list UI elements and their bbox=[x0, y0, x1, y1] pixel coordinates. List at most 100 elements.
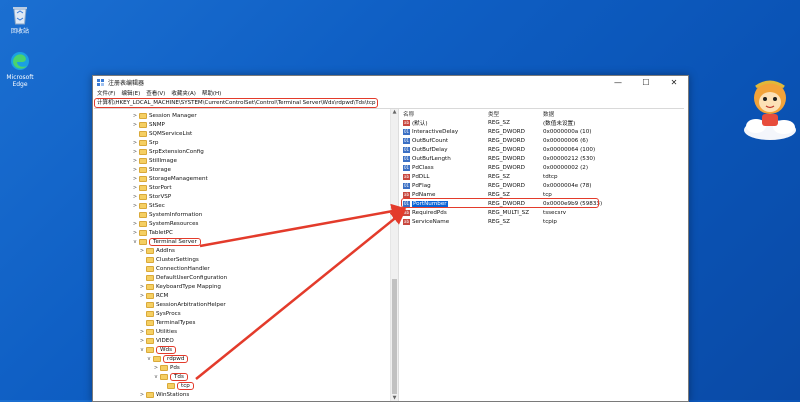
scroll-down-icon[interactable]: ▼ bbox=[391, 395, 398, 401]
expand-chevron-icon[interactable]: > bbox=[139, 392, 145, 398]
expand-chevron-icon[interactable]: > bbox=[139, 248, 145, 254]
maximize-button[interactable]: ☐ bbox=[632, 76, 660, 89]
value-row[interactable]: ab (默认) REG_SZ (数值未设置) bbox=[399, 118, 688, 127]
folder-icon bbox=[139, 139, 147, 146]
expand-chevron-icon[interactable]: > bbox=[139, 284, 145, 290]
expand-chevron-icon[interactable]: > bbox=[132, 221, 138, 227]
tree-node[interactable]: > Session Manager bbox=[132, 111, 197, 120]
address-path[interactable]: 计算机\HKEY_LOCAL_MACHINE\SYSTEM\CurrentCon… bbox=[94, 98, 379, 108]
menu-file[interactable]: 文件(F) bbox=[97, 89, 115, 97]
values-pane: 名称 类型 数据 ab (默认) REG_SZ (数值未设置) 01 Interactiv… bbox=[399, 109, 688, 401]
scroll-up-icon[interactable]: ▲ bbox=[391, 109, 398, 115]
tree-node[interactable]: SystemInformation bbox=[132, 210, 202, 219]
tree-node[interactable]: > SrpExtensionConfig bbox=[132, 147, 204, 156]
tree-node[interactable]: > Pds bbox=[153, 363, 180, 372]
tree-node[interactable]: tcp bbox=[160, 381, 194, 390]
tree-node[interactable]: SessionArbitrationHelper bbox=[139, 300, 226, 309]
tree-node[interactable]: > SystemResources bbox=[132, 219, 198, 228]
folder-icon bbox=[139, 202, 147, 209]
tree-node[interactable]: SQMServiceList bbox=[132, 129, 192, 138]
tree-node[interactable]: > TabletPC bbox=[132, 228, 173, 237]
tree-node[interactable]: SysProcs bbox=[139, 309, 181, 318]
address-bar[interactable]: 计算机\HKEY_LOCAL_MACHINE\SYSTEM\CurrentCon… bbox=[94, 98, 684, 109]
expand-chevron-icon[interactable]: > bbox=[132, 158, 138, 164]
col-type-header[interactable]: 类型 bbox=[488, 110, 543, 118]
tree-node-label: Storage bbox=[149, 166, 171, 173]
tree-node[interactable]: v Tds bbox=[153, 372, 188, 381]
value-row[interactable]: 01 OutBufDelay REG_DWORD 0x00000064 (100) bbox=[399, 145, 688, 154]
tree-node[interactable]: > StorPort bbox=[132, 183, 172, 192]
tree-node[interactable]: > RCM bbox=[139, 291, 168, 300]
value-name-cell: ab RequiredPds bbox=[399, 209, 488, 216]
tree-node[interactable]: > StSec bbox=[132, 201, 165, 210]
tree-node[interactable]: > Srp bbox=[132, 138, 158, 147]
expand-chevron-icon[interactable]: > bbox=[132, 230, 138, 236]
folder-icon bbox=[146, 328, 154, 335]
expand-chevron-icon[interactable]: > bbox=[132, 149, 138, 155]
tree-node[interactable]: > VIDEO bbox=[139, 336, 174, 345]
tree-scrollbar[interactable]: ▲ ▼ bbox=[390, 109, 398, 401]
folder-icon bbox=[139, 400, 147, 401]
expand-chevron-icon[interactable]: v bbox=[153, 374, 159, 380]
tree-node[interactable]: TerminalTypes bbox=[139, 318, 195, 327]
recycle-bin-desktop-icon[interactable]: 回收站 bbox=[0, 4, 40, 35]
tree-node[interactable]: > Storage bbox=[132, 165, 171, 174]
tree-node-label: KeyboardType Mapping bbox=[156, 283, 221, 290]
menu-view[interactable]: 查看(V) bbox=[146, 89, 165, 97]
minimize-button[interactable]: — bbox=[604, 76, 632, 89]
expand-chevron-icon[interactable]: > bbox=[139, 338, 145, 344]
tree-node[interactable]: v rdpwd bbox=[146, 354, 189, 363]
menu-favorites[interactable]: 收藏夹(A) bbox=[171, 89, 196, 97]
value-data: tdtcp bbox=[543, 173, 558, 180]
scroll-thumb[interactable] bbox=[392, 279, 397, 394]
col-data-header[interactable]: 数据 bbox=[543, 110, 633, 118]
expand-chevron-icon[interactable]: > bbox=[139, 329, 145, 335]
expand-chevron-icon[interactable]: > bbox=[132, 176, 138, 182]
value-row[interactable]: ab PdDLL REG_SZ tdtcp bbox=[399, 172, 688, 181]
tree-node[interactable]: > TimeZoneInformation bbox=[132, 399, 209, 401]
expand-chevron-icon[interactable]: > bbox=[132, 113, 138, 119]
value-name: (默认) bbox=[412, 120, 428, 127]
menu-help[interactable]: 帮助(H) bbox=[202, 89, 221, 97]
expand-chevron-icon[interactable]: > bbox=[139, 293, 145, 299]
close-button[interactable]: ✕ bbox=[660, 76, 688, 89]
tree-node[interactable]: DefaultUserConfiguration bbox=[139, 273, 227, 282]
tree-node[interactable]: ConnectionHandler bbox=[139, 264, 210, 273]
expand-chevron-icon[interactable]: > bbox=[132, 185, 138, 191]
expand-chevron-icon[interactable]: v bbox=[139, 347, 145, 353]
expand-chevron-icon[interactable]: v bbox=[132, 239, 138, 245]
tree-node[interactable]: > SNMP bbox=[132, 120, 165, 129]
value-row[interactable]: ab ServiceName REG_SZ tcpip bbox=[399, 217, 688, 226]
value-name-cell: ab PdDLL bbox=[399, 173, 488, 180]
expand-chevron-icon[interactable]: > bbox=[132, 194, 138, 200]
tree-node[interactable]: v Terminal Server bbox=[132, 237, 201, 246]
tree-node[interactable]: v Wds bbox=[139, 345, 176, 354]
value-row[interactable]: ab RequiredPds REG_MULTI_SZ tssecsrv bbox=[399, 208, 688, 217]
value-row[interactable]: 01 PortNumber REG_DWORD 0x0000e9b9 (59833) bbox=[399, 198, 688, 208]
menu-edit[interactable]: 编辑(E) bbox=[121, 89, 140, 97]
tree-node[interactable]: > StorageManagement bbox=[132, 174, 208, 183]
expand-chevron-icon[interactable]: > bbox=[132, 122, 138, 128]
tree-node[interactable]: > StorVSP bbox=[132, 192, 171, 201]
tree-node[interactable]: > KeyboardType Mapping bbox=[139, 282, 221, 291]
expand-chevron-icon[interactable]: > bbox=[132, 401, 138, 402]
col-name-header[interactable]: 名称 bbox=[399, 110, 488, 118]
expand-chevron-icon[interactable]: > bbox=[132, 203, 138, 209]
tree-node[interactable]: > Utilities bbox=[139, 327, 177, 336]
value-row[interactable]: 01 PdFlag REG_DWORD 0x0000004e (78) bbox=[399, 181, 688, 190]
edge-desktop-icon[interactable]: Microsoft Edge bbox=[0, 50, 40, 88]
expand-chevron-icon[interactable]: v bbox=[146, 356, 152, 362]
expand-chevron-icon[interactable]: > bbox=[132, 140, 138, 146]
tree-node[interactable]: > StillImage bbox=[132, 156, 177, 165]
expand-chevron-icon[interactable]: > bbox=[153, 365, 159, 371]
folder-icon bbox=[139, 184, 147, 191]
value-row[interactable]: 01 PdClass REG_DWORD 0x00000002 (2) bbox=[399, 163, 688, 172]
tree-node[interactable]: > AddIns bbox=[139, 246, 175, 255]
tree-node[interactable]: ClusterSettings bbox=[139, 255, 199, 264]
value-row[interactable]: 01 OutBufLength REG_DWORD 0x00000212 (530) bbox=[399, 154, 688, 163]
expand-chevron-icon[interactable]: > bbox=[132, 167, 138, 173]
value-row[interactable]: 01 OutBufCount REG_DWORD 0x00000006 (6) bbox=[399, 136, 688, 145]
tree-node[interactable]: > WinStations bbox=[139, 390, 189, 399]
value-row[interactable]: 01 InteractiveDelay REG_DWORD 0x0000000a (1… bbox=[399, 127, 688, 136]
tree-node-label: VIDEO bbox=[156, 337, 174, 344]
